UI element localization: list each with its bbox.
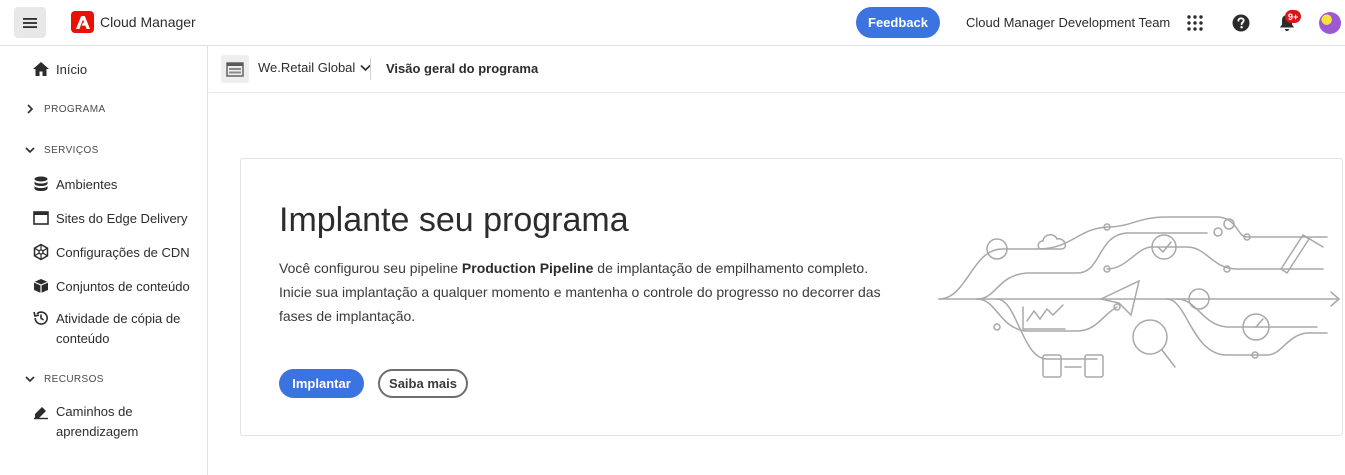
menu-icon[interactable]: [14, 7, 46, 38]
sidebar-item-label-line1: Caminhos de: [56, 404, 133, 419]
sidebar-item-label: Início: [56, 62, 88, 77]
breadcrumb-divider: [370, 58, 371, 80]
chevron-right-icon: [27, 104, 34, 114]
page-title: Visão geral do programa: [386, 61, 539, 76]
deployment-pipeline-illustration: [938, 216, 1341, 378]
feedback-button[interactable]: Feedback: [856, 7, 940, 38]
section-label: SERVIÇOS: [44, 144, 99, 156]
card-description: Você configurou seu pipeline Production …: [279, 256, 889, 328]
home-icon: [33, 62, 49, 76]
sidebar-item-content-copy-activity[interactable]: Atividade de cópia de conteúdo: [32, 309, 180, 349]
sidebar: Início PROGRAMA SERVIÇOS Ambientes Sites…: [0, 46, 208, 475]
section-label: RECURSOS: [44, 373, 104, 385]
deploy-program-card: Implante seu programa Você configurou se…: [240, 158, 1343, 436]
learn-icon: [34, 407, 48, 420]
program-name: We.Retail Global: [258, 60, 356, 75]
chevron-down-icon: [25, 376, 35, 383]
notification-count-badge: 9+: [1285, 10, 1302, 23]
top-bar: Cloud Manager Feedback Cloud Manager Dev…: [0, 0, 1345, 46]
sidebar-item-edge-delivery-sites[interactable]: Sites do Edge Delivery: [32, 209, 188, 229]
database-icon: [34, 176, 48, 191]
sidebar-item-label: Ambientes: [56, 177, 118, 192]
sidebar-section-program[interactable]: PROGRAMA: [24, 103, 106, 115]
program-selector[interactable]: We.Retail Global: [258, 60, 371, 75]
sidebar-section-services[interactable]: SERVIÇOS: [24, 144, 99, 156]
sidebar-item-label-line1: Atividade de cópia de: [56, 311, 181, 326]
sidebar-section-resources[interactable]: RECURSOS: [24, 373, 104, 385]
box-icon: [33, 279, 49, 293]
pipeline-name: Production Pipeline: [461, 260, 594, 276]
app-name[interactable]: Cloud Manager: [100, 14, 196, 30]
sidebar-item-label: Sites do Edge Delivery: [56, 211, 188, 226]
sidebar-item-learning-paths[interactable]: Caminhos de aprendizagem: [32, 402, 138, 442]
sidebar-item-home[interactable]: Início: [32, 60, 87, 80]
breadcrumb: We.Retail Global Visão geral do programa: [209, 46, 1345, 93]
sidebar-item-label-line2: aprendizagem: [56, 424, 139, 439]
chevron-down-icon: [25, 147, 35, 154]
sidebar-item-label-line2: conteúdo: [56, 331, 110, 346]
program-icon: [221, 55, 249, 83]
browser-window-icon: [33, 211, 49, 225]
learn-more-button[interactable]: Saiba mais: [378, 369, 468, 398]
sidebar-item-cdn-configurations[interactable]: Configurações de CDN: [32, 243, 190, 263]
sidebar-item-label: Conjuntos de conteúdo: [56, 279, 190, 294]
section-label: PROGRAMA: [44, 103, 106, 115]
user-avatar[interactable]: [1319, 12, 1341, 34]
adobe-logo-icon[interactable]: [71, 11, 94, 33]
deploy-button[interactable]: Implantar: [279, 369, 364, 398]
desc-text: Você configurou seu pipeline: [279, 260, 462, 276]
sidebar-item-environments[interactable]: Ambientes: [32, 175, 117, 195]
apps-grid-icon[interactable]: [1186, 14, 1204, 32]
org-switcher[interactable]: Cloud Manager Development Team: [966, 15, 1170, 30]
card-title: Implante seu programa: [279, 201, 629, 239]
history-icon: [33, 311, 48, 325]
help-icon[interactable]: [1232, 14, 1250, 32]
sidebar-item-content-sets[interactable]: Conjuntos de conteúdo: [32, 277, 190, 297]
cdn-network-icon: [33, 243, 49, 261]
sidebar-item-label: Configurações de CDN: [56, 245, 190, 260]
